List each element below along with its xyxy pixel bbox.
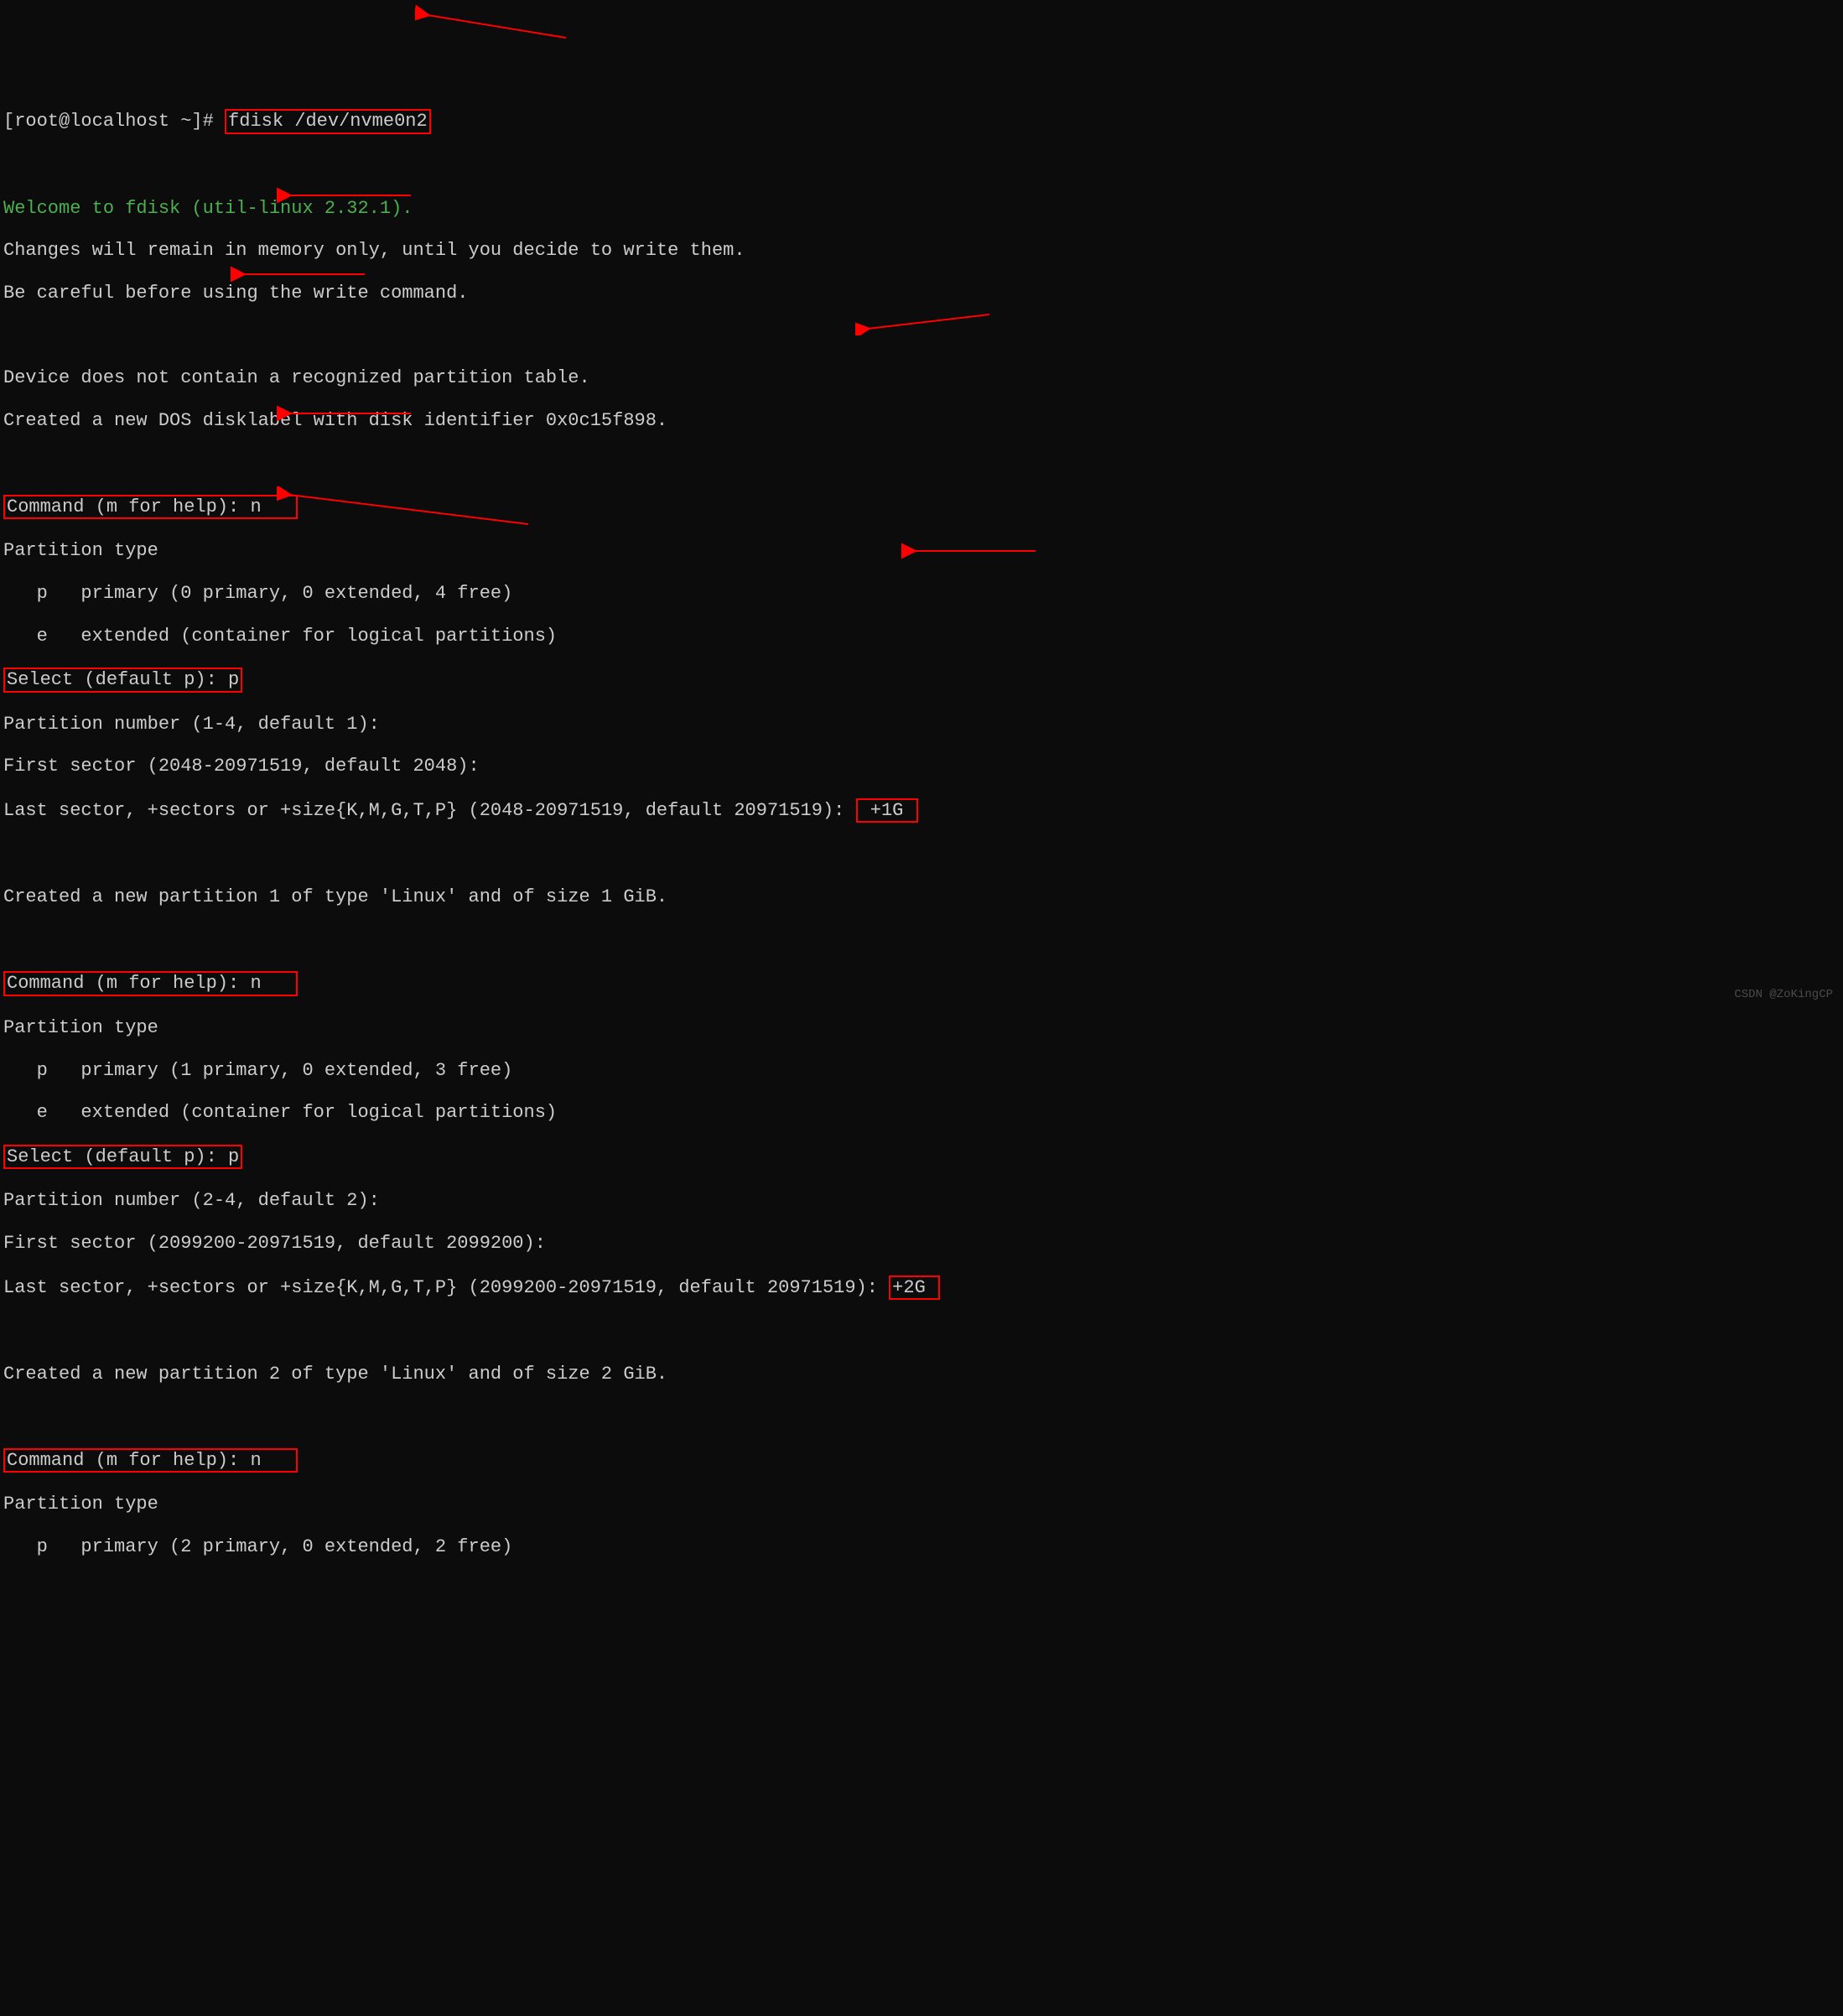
created-p2: Created a new partition 2 of type 'Linux… [3, 1364, 1840, 1385]
last-sector-2: Last sector, +sectors or +size{K,M,G,T,P… [3, 1277, 889, 1298]
first-sector-1: First sector (2048-20971519, default 204… [3, 756, 1840, 777]
highlight-command-n-3: Command (m for help): n [3, 1448, 298, 1473]
highlight-plus-2g: +2G [889, 1276, 940, 1300]
highlight-command-n-1: Command (m for help): n [3, 495, 298, 519]
highlight-fdisk-command: fdisk /dev/nvme0n2 [225, 109, 431, 133]
last-sector-1: Last sector, +sectors or +size{K,M,G,T,P… [3, 800, 856, 821]
highlight-select-p-1: Select (default p): p [3, 668, 242, 692]
welcome-line: Welcome to fdisk (util-linux 2.32.1). [3, 198, 1840, 219]
changes-line: Changes will remain in memory only, unti… [3, 240, 1840, 261]
watermark: CSDN @ZoKingCP [1734, 988, 1833, 1001]
extended-1: e extended (container for logical partit… [3, 626, 1840, 647]
part-num-2: Partition number (2-4, default 2): [3, 1190, 1840, 1211]
careful-line: Be careful before using the write comman… [3, 283, 1840, 304]
highlight-command-n-2: Command (m for help): n [3, 971, 298, 995]
created-dos-line: Created a new DOS disklabel with disk id… [3, 410, 1840, 431]
first-sector-2: First sector (2099200-20971519, default … [3, 1233, 1840, 1254]
arrow-annotation-1 [415, 0, 583, 42]
no-partition-line: Device does not contain a recognized par… [3, 367, 1840, 388]
created-p1: Created a new partition 1 of type 'Linux… [3, 886, 1840, 907]
terminal-output: [root@localhost ~]# fdisk /dev/nvme0n2 W… [3, 88, 1840, 1578]
highlight-plus-1g: +1G [856, 798, 918, 823]
shell-prompt: [root@localhost ~]# [3, 111, 225, 132]
partition-type-1: Partition type [3, 540, 1840, 561]
highlight-select-p-2: Select (default p): p [3, 1145, 242, 1169]
partition-type-2: Partition type [3, 1017, 1840, 1038]
primary-0: p primary (0 primary, 0 extended, 4 free… [3, 583, 1840, 604]
primary-1: p primary (1 primary, 0 extended, 3 free… [3, 1060, 1840, 1081]
extended-2: e extended (container for logical partit… [3, 1102, 1840, 1123]
primary-2: p primary (2 primary, 0 extended, 2 free… [3, 1536, 1840, 1557]
partition-type-3: Partition type [3, 1494, 1840, 1515]
part-num-1: Partition number (1-4, default 1): [3, 714, 1840, 735]
